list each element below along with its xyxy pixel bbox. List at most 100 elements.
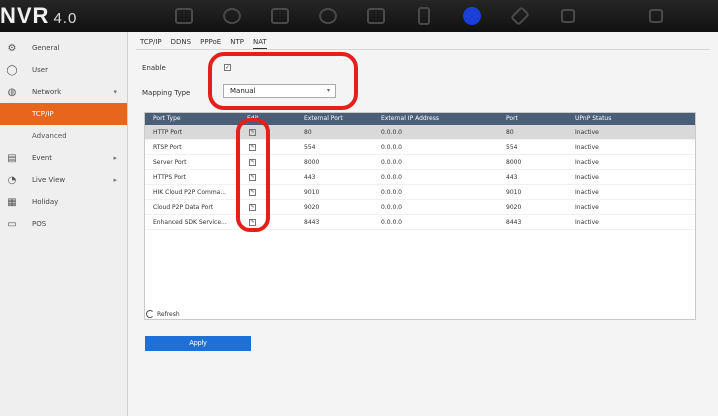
brand-version: 4.0 <box>53 10 78 27</box>
globe-icon: ◍ <box>7 86 17 98</box>
cell-port: 443 <box>506 174 518 181</box>
chevron-right-icon: ▸ <box>113 154 117 162</box>
playback-icon[interactable] <box>208 0 256 32</box>
cell-external-port: 9020 <box>304 204 320 211</box>
enable-label: Enable <box>142 64 166 72</box>
live-view-icon: ◔ <box>7 174 17 186</box>
cell-port-type: Enhanced SDK Service... <box>153 219 227 226</box>
tab-tcpip[interactable]: TCP/IP <box>140 38 162 49</box>
chevron-right-icon: ▸ <box>113 176 117 184</box>
sidebar-item-holiday[interactable]: ▦ Holiday <box>0 191 127 213</box>
cell-port-type: Server Port <box>153 159 187 166</box>
live-view-toolbar-icon[interactable] <box>160 0 208 32</box>
file-icon[interactable] <box>256 0 304 32</box>
cell-port-type: RTSP Port <box>153 144 182 151</box>
cell-external-port: 80 <box>304 129 312 136</box>
sidebar-item-live-view[interactable]: ◔ Live View ▸ <box>0 169 127 191</box>
header-port-type: Port Type <box>153 115 181 122</box>
cell-port-type: Cloud P2P Data Port <box>153 204 214 211</box>
cell-port-type: HTTPS Port <box>153 174 186 181</box>
maintenance-icon[interactable] <box>496 0 544 32</box>
sidebar-item-label: POS <box>32 220 47 228</box>
table-row[interactable]: RTSP Port ✎ 554 0.0.0.0 554 Inactive <box>145 140 695 155</box>
sidebar-item-label: Event <box>32 154 53 162</box>
cell-port: 80 <box>506 129 514 136</box>
cell-upnp-status: Inactive <box>575 144 599 151</box>
search-icon[interactable] <box>304 0 352 32</box>
cell-external-ip: 0.0.0.0 <box>381 144 402 151</box>
gear-icon: ⚙ <box>7 42 17 54</box>
header-external-port: External Port <box>304 115 343 122</box>
sidebar-item-user[interactable]: ◯ User <box>0 59 127 81</box>
sidebar-item-label: Network <box>32 88 62 96</box>
sidebar-item-pos[interactable]: ▭ POS <box>0 213 127 235</box>
table-row[interactable]: HTTP Port ✎ 80 0.0.0.0 80 Inactive <box>145 125 695 140</box>
pos-icon: ▭ <box>7 218 17 230</box>
sidebar-item-general[interactable]: ⚙ General <box>0 37 127 59</box>
top-toolbar <box>160 0 680 32</box>
brand-logo: NVR 4.0 <box>0 3 77 29</box>
port-mapping-table: Port Type Edit External Port External IP… <box>144 112 696 320</box>
cell-upnp-status: Inactive <box>575 219 599 226</box>
cell-external-port: 9010 <box>304 189 320 196</box>
header-port: Port <box>506 115 518 122</box>
tab-ddns[interactable]: DDNS <box>171 38 191 49</box>
header-upnp-status: UPnP Status <box>575 115 612 122</box>
tab-bar: TCP/IP DDNS PPPoE NTP NAT <box>140 38 276 49</box>
cell-external-ip: 0.0.0.0 <box>381 219 402 226</box>
config-icon[interactable] <box>448 0 496 32</box>
cell-port: 8443 <box>506 219 522 226</box>
cell-upnp-status: Inactive <box>575 204 599 211</box>
header-external-ip: External IP Address <box>381 115 439 122</box>
cell-port: 9010 <box>506 189 522 196</box>
tab-divider <box>136 49 710 50</box>
sidebar-sub-tcpip[interactable]: TCP/IP <box>0 103 127 125</box>
refresh-icon <box>146 310 154 318</box>
more-icon[interactable] <box>632 0 680 32</box>
cell-external-ip: 0.0.0.0 <box>381 174 402 181</box>
sidebar: ⚙ General ◯ User ◍ Network ▾ TCP/IP Adva… <box>0 32 128 416</box>
sidebar-item-label: User <box>32 66 48 74</box>
cell-port: 554 <box>506 144 518 151</box>
cell-external-port: 443 <box>304 174 316 181</box>
annotation-oval-edit <box>236 118 270 232</box>
tag-icon[interactable] <box>352 0 400 32</box>
cell-upnp-status: Inactive <box>575 174 599 181</box>
cell-upnp-status: Inactive <box>575 159 599 166</box>
table-row[interactable]: Cloud P2P Data Port ✎ 9020 0.0.0.0 9020 … <box>145 200 695 215</box>
cell-upnp-status: Inactive <box>575 189 599 196</box>
refresh-button[interactable]: Refresh <box>146 310 180 318</box>
cell-external-ip: 0.0.0.0 <box>381 189 402 196</box>
cell-port: 9020 <box>506 204 522 211</box>
cell-external-ip: 0.0.0.0 <box>381 204 402 211</box>
sidebar-item-label: Holiday <box>32 198 59 206</box>
cell-port-type: HTTP Port <box>153 129 183 136</box>
sidebar-item-network[interactable]: ◍ Network ▾ <box>0 81 127 103</box>
cell-external-port: 8000 <box>304 159 320 166</box>
sidebar-sub-advanced[interactable]: Advanced <box>0 125 127 147</box>
cell-port: 8000 <box>506 159 522 166</box>
tab-ntp[interactable]: NTP <box>230 38 244 49</box>
tab-nat[interactable]: NAT <box>252 38 267 49</box>
grid-icon[interactable] <box>544 0 592 32</box>
table-header: Port Type Edit External Port External IP… <box>145 113 695 125</box>
tab-pppoe[interactable]: PPPoE <box>200 38 221 49</box>
sidebar-item-label: Live View <box>32 176 66 184</box>
user-icon: ◯ <box>6 64 18 76</box>
apply-button[interactable]: Apply <box>145 336 251 351</box>
table-row[interactable]: HTTPS Port ✎ 443 0.0.0.0 443 Inactive <box>145 170 695 185</box>
sidebar-item-label: General <box>32 44 60 52</box>
cell-external-port: 554 <box>304 144 316 151</box>
cell-external-port: 8443 <box>304 219 320 226</box>
storage-icon[interactable] <box>400 0 448 32</box>
table-row[interactable]: HIK Cloud P2P Comma... ✎ 9010 0.0.0.0 90… <box>145 185 695 200</box>
cell-upnp-status: Inactive <box>575 129 599 136</box>
event-icon: ▤ <box>7 152 17 164</box>
table-row[interactable]: Server Port ✎ 8000 0.0.0.0 8000 Inactive <box>145 155 695 170</box>
cell-external-ip: 0.0.0.0 <box>381 159 402 166</box>
mapping-type-label: Mapping Type <box>142 89 191 97</box>
sidebar-item-event[interactable]: ▤ Event ▸ <box>0 147 127 169</box>
brand-name: NVR <box>0 3 50 28</box>
calendar-icon: ▦ <box>7 196 17 208</box>
table-row[interactable]: Enhanced SDK Service... ✎ 8443 0.0.0.0 8… <box>145 215 695 230</box>
